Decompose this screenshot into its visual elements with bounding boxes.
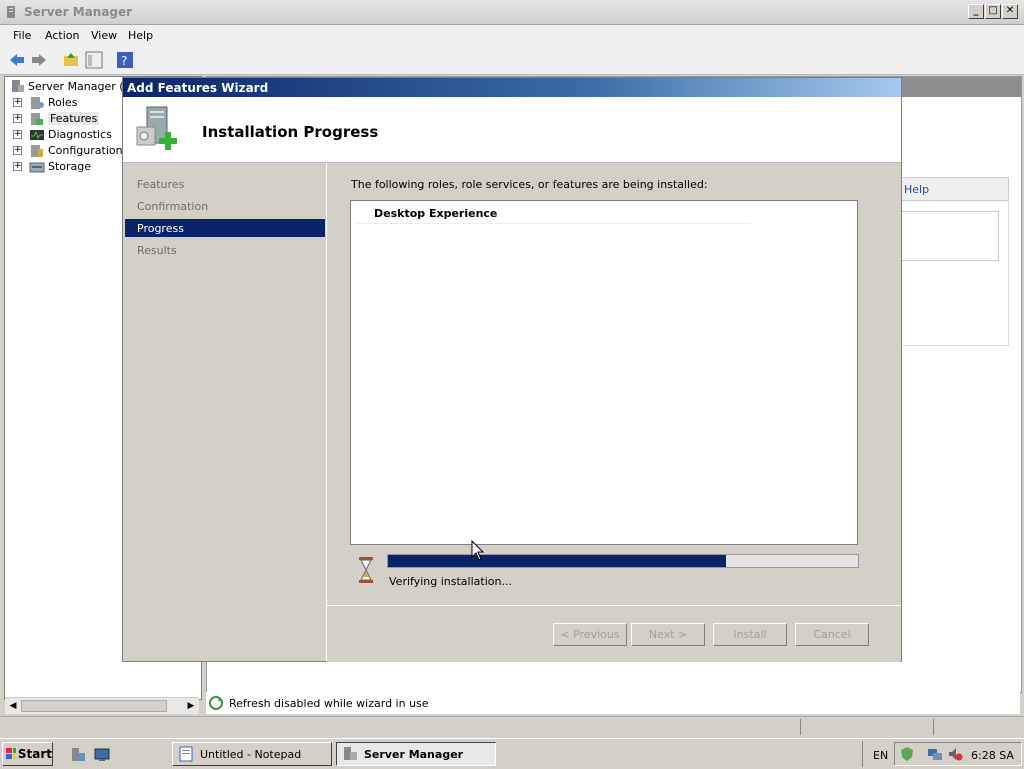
tree-item-label: Diagnostics bbox=[48, 128, 112, 141]
refresh-icon bbox=[209, 696, 223, 710]
step-progress: Progress bbox=[137, 222, 184, 235]
install-progress-bar bbox=[387, 554, 859, 568]
tree-root-label: Server Manager (W bbox=[28, 79, 135, 93]
dialog-title: Add Features Wizard bbox=[127, 81, 269, 95]
cancel-button[interactable]: Cancel bbox=[795, 623, 869, 646]
show-desktop-icon[interactable] bbox=[94, 747, 110, 763]
menu-action[interactable]: Action bbox=[45, 29, 79, 42]
tree-item-roles[interactable]: + Roles bbox=[13, 95, 78, 110]
hourglass-icon bbox=[359, 557, 373, 583]
start-button[interactable]: Start bbox=[2, 742, 53, 766]
tree-root[interactable]: Server Manager (W bbox=[9, 79, 134, 93]
installing-list: Desktop Experience bbox=[350, 200, 858, 545]
tree-item-label: Configuration bbox=[48, 144, 123, 157]
mouse-cursor-icon bbox=[471, 540, 485, 561]
tree-item-features[interactable]: + Features bbox=[13, 111, 100, 126]
notepad-icon bbox=[179, 746, 193, 762]
expand-icon[interactable]: + bbox=[13, 130, 22, 139]
back-arrow-icon[interactable] bbox=[8, 51, 26, 69]
step-confirmation: Confirmation bbox=[137, 200, 209, 213]
security-shield-icon[interactable] bbox=[899, 746, 915, 762]
title-bar: Server Manager _ □ ✕ bbox=[0, 0, 1024, 25]
step-progress-selected: Progress bbox=[125, 219, 325, 237]
scroll-left-icon[interactable]: ◀ bbox=[7, 700, 19, 712]
progress-text: Verifying installation... bbox=[389, 575, 512, 588]
divider bbox=[933, 719, 934, 735]
divider bbox=[862, 741, 863, 767]
intro-text: The following roles, role services, or f… bbox=[351, 178, 708, 191]
previous-button[interactable]: < Previous bbox=[553, 623, 627, 646]
window-title: Server Manager bbox=[24, 5, 133, 19]
server-manager-icon bbox=[344, 747, 357, 760]
network-icon[interactable] bbox=[927, 746, 943, 762]
tree-item-storage[interactable]: + Storage bbox=[13, 159, 92, 174]
tree-item-label: Features bbox=[48, 112, 100, 125]
scroll-thumb[interactable] bbox=[21, 700, 167, 712]
status-bar: Refresh disabled while wizard in use bbox=[206, 692, 1020, 714]
language-indicator[interactable]: EN bbox=[873, 749, 888, 762]
clock: 6:28 SA bbox=[971, 749, 1014, 762]
expand-icon[interactable]: + bbox=[13, 114, 22, 123]
up-folder-icon[interactable] bbox=[62, 51, 80, 69]
task-label: Server Manager bbox=[364, 747, 464, 761]
help-box: Help bbox=[901, 177, 1009, 201]
add-feature-icon bbox=[136, 106, 177, 150]
system-tray: 6:28 SA bbox=[894, 742, 1022, 766]
tree-item-configuration[interactable]: + Configuration bbox=[13, 143, 123, 158]
server-manager-icon bbox=[7, 6, 15, 18]
task-label: Untitled - Notepad bbox=[200, 747, 302, 761]
tree-item-diagnostics[interactable]: + Diagnostics bbox=[13, 127, 112, 142]
menu-bar: File Action View Help bbox=[0, 25, 1024, 46]
task-server-manager[interactable]: Server Manager bbox=[336, 742, 496, 766]
configuration-icon bbox=[31, 144, 43, 157]
server-manager-icon bbox=[12, 80, 24, 92]
status-text: Refresh disabled while wizard in use bbox=[229, 697, 429, 710]
roles-icon bbox=[31, 96, 44, 109]
svg-text:?: ? bbox=[121, 54, 127, 68]
expand-icon[interactable]: + bbox=[13, 146, 22, 155]
dialog-header: Installation Progress bbox=[123, 97, 901, 163]
row-divider bbox=[355, 223, 751, 224]
maximize-button[interactable]: □ bbox=[985, 4, 1001, 19]
show-hide-tree-icon[interactable] bbox=[85, 51, 103, 69]
dialog-title-bar: Add Features Wizard bbox=[123, 78, 901, 97]
dialog-header-title: Installation Progress bbox=[202, 123, 379, 141]
forward-arrow-icon[interactable] bbox=[30, 51, 48, 69]
help-link[interactable]: Help bbox=[904, 183, 929, 196]
expand-icon[interactable]: + bbox=[13, 162, 22, 171]
tree-item-label: Storage bbox=[48, 160, 92, 173]
expand-icon[interactable]: + bbox=[13, 98, 22, 107]
install-button[interactable]: Install bbox=[713, 623, 787, 646]
close-button[interactable]: ✕ bbox=[1002, 4, 1018, 19]
minimize-button[interactable]: _ bbox=[968, 4, 984, 19]
menu-file[interactable]: File bbox=[13, 29, 31, 42]
volume-muted-icon[interactable] bbox=[947, 746, 963, 762]
scroll-right-icon[interactable]: ▶ bbox=[185, 700, 197, 712]
divider bbox=[800, 719, 801, 735]
tree-item-label: Roles bbox=[48, 96, 78, 109]
installing-item: Desktop Experience bbox=[374, 207, 498, 220]
help-icon[interactable]: ? bbox=[116, 51, 134, 69]
toolbar: ? bbox=[0, 46, 1024, 75]
features-icon bbox=[31, 112, 43, 125]
step-features: Features bbox=[137, 178, 185, 191]
next-button[interactable]: Next > bbox=[631, 623, 705, 646]
step-results: Results bbox=[137, 244, 177, 257]
add-features-wizard: Add Features Wizard Installation Progres… bbox=[122, 77, 902, 662]
menu-help[interactable]: Help bbox=[128, 29, 153, 42]
task-notepad[interactable]: Untitled - Notepad bbox=[172, 742, 332, 766]
tree-scrollbar[interactable]: ◀ ▶ bbox=[5, 697, 199, 714]
wizard-steps: Features Confirmation Progress Results bbox=[123, 163, 327, 661]
diagnostics-icon bbox=[30, 129, 44, 140]
storage-icon bbox=[29, 162, 45, 172]
help-panel bbox=[901, 199, 1009, 346]
start-label: Start bbox=[17, 747, 52, 761]
taskbar: Start Untitled - Notepad Server Manager … bbox=[0, 738, 1024, 769]
menu-view[interactable]: View bbox=[91, 29, 117, 42]
server-manager-quicklaunch-icon[interactable] bbox=[70, 747, 86, 763]
bottom-status-strip bbox=[0, 716, 1024, 737]
windows-logo-icon bbox=[6, 748, 16, 759]
progress-fill bbox=[388, 555, 726, 567]
